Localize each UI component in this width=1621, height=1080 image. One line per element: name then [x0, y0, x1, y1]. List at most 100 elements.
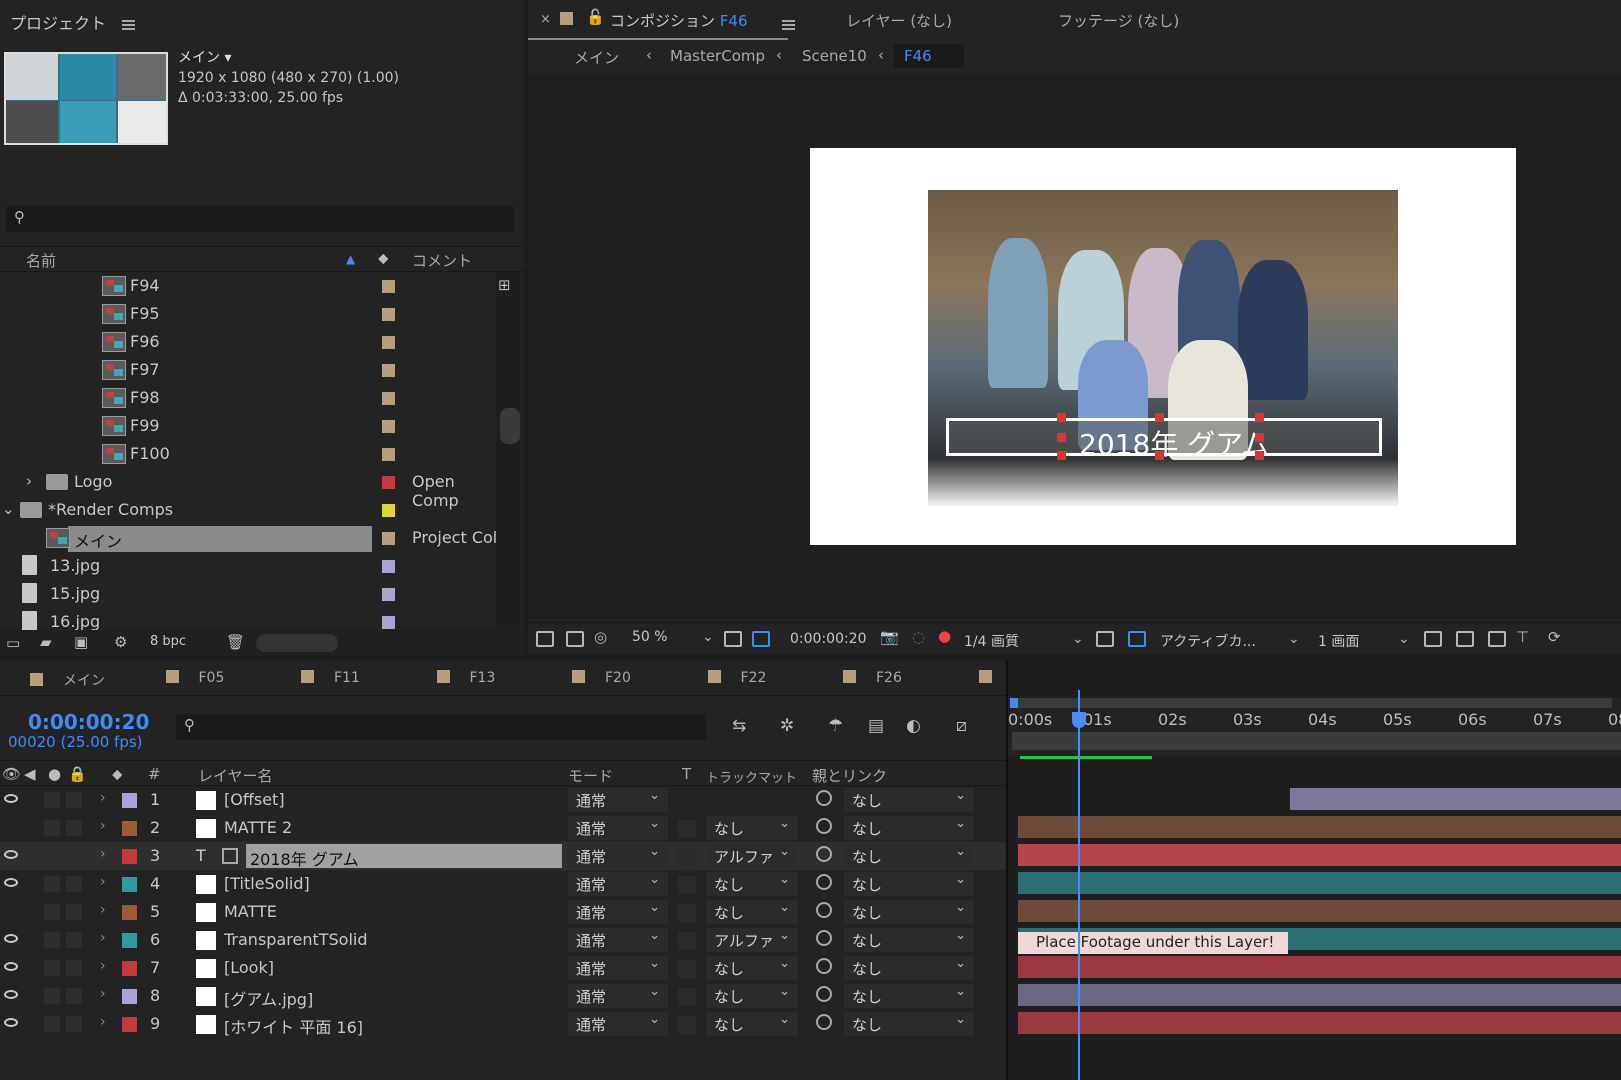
project-item[interactable]: 13.jpg: [0, 552, 500, 580]
project-item[interactable]: 15.jpg: [0, 580, 500, 608]
label-color-swatch[interactable]: [382, 308, 395, 321]
visibility-eye-icon[interactable]: [4, 1018, 18, 1027]
project-item[interactable]: F98: [0, 384, 500, 412]
panel-menu-icon[interactable]: [122, 20, 135, 30]
solo-switch[interactable]: [44, 792, 60, 808]
project-item[interactable]: › Logo Open Comp: [0, 468, 500, 510]
sort-ascending-icon[interactable]: ▲: [346, 252, 355, 266]
parent-link-header[interactable]: 親とリンク: [812, 765, 887, 786]
project-item[interactable]: メイン Project Col: [0, 524, 500, 552]
composition-tab[interactable]: コンポジション F46: [610, 10, 748, 31]
layer-duration-bar[interactable]: [1018, 1012, 1621, 1034]
title-safe-icon[interactable]: [724, 631, 742, 647]
solo-toggle-icon[interactable]: ●: [48, 765, 61, 783]
layer-viewer-tab[interactable]: レイヤー (なし): [846, 10, 952, 31]
layer-label-color[interactable]: [122, 989, 137, 1004]
project-item[interactable]: 16.jpg: [0, 608, 500, 632]
expand-chevron-icon[interactable]: ›: [100, 986, 106, 1002]
viewer-timecode[interactable]: 0:00:00:20: [790, 631, 867, 647]
visibility-eye-icon[interactable]: [4, 934, 18, 943]
name-column-header[interactable]: 名前: [26, 250, 56, 271]
label-color-swatch[interactable]: [382, 532, 395, 545]
label-color-swatch[interactable]: [382, 476, 395, 489]
bit-depth-button[interactable]: 8 bpc: [150, 634, 186, 649]
layer-duration-bar[interactable]: [1018, 844, 1621, 866]
label-color-swatch[interactable]: [382, 448, 395, 461]
title-text[interactable]: 2018年 グアム: [1079, 423, 1269, 463]
track-matte-dropdown[interactable]: なし ⌄: [706, 900, 798, 924]
project-settings-icon[interactable]: ⚙: [114, 633, 127, 651]
blend-mode-dropdown[interactable]: 通常 ⌄: [568, 872, 668, 896]
lock-switch[interactable]: [66, 960, 82, 976]
layer-duration-bar[interactable]: [1018, 956, 1621, 978]
layer-label-color[interactable]: [122, 793, 137, 808]
graph-editor-icon[interactable]: ⧄: [956, 716, 967, 736]
layer-row[interactable]: › 1 [Offset] 通常 ⌄ なし ⌄: [0, 786, 1006, 814]
layer-marker[interactable]: Place Footage under this Layer!: [1018, 932, 1288, 954]
layer-name[interactable]: MATTE 2: [224, 818, 292, 837]
camera-view-dropdown[interactable]: アクティブカ... ⌄: [1160, 631, 1300, 651]
track-matte-dropdown[interactable]: アルファ ⌄: [706, 928, 798, 952]
track-matte-dropdown[interactable]: アルファ ⌄: [706, 844, 798, 868]
preserve-transparency-checkbox[interactable]: [678, 932, 696, 950]
solo-switch[interactable]: [44, 904, 60, 920]
new-comp-icon[interactable]: ▣: [74, 633, 88, 651]
expand-chevron-icon[interactable]: ›: [100, 846, 106, 862]
lock-switch[interactable]: [66, 988, 82, 1004]
shy-layers-icon[interactable]: ☂: [828, 716, 843, 736]
layer-name-header[interactable]: レイヤー名: [198, 765, 273, 786]
blend-mode-dropdown[interactable]: 通常 ⌄: [568, 816, 668, 840]
layer-row[interactable]: › 2 MATTE 2 通常 ⌄ なし ⌄ なし ⌄: [0, 814, 1006, 842]
breadcrumb-current[interactable]: F46: [894, 44, 964, 68]
timeline-tab[interactable]: F11: [301, 670, 360, 686]
blend-mode-dropdown[interactable]: 通常 ⌄: [568, 1012, 668, 1036]
preserve-transparency-checkbox[interactable]: [678, 1016, 696, 1034]
breadcrumb-item[interactable]: MasterComp: [670, 47, 765, 65]
project-item[interactable]: F97: [0, 356, 500, 384]
lock-switch[interactable]: [66, 904, 82, 920]
refresh-icon[interactable]: ⟳: [1548, 628, 1561, 646]
mask-icon[interactable]: ◎: [594, 628, 607, 646]
playhead-handle[interactable]: [1072, 712, 1086, 728]
pick-whip-icon[interactable]: [816, 902, 832, 918]
solo-switch[interactable]: [44, 848, 60, 864]
layer-name[interactable]: [TitleSolid]: [224, 874, 310, 893]
preserve-transparency-checkbox[interactable]: [678, 820, 696, 838]
lock-switch[interactable]: [66, 1016, 82, 1032]
visibility-eye-icon[interactable]: [4, 990, 18, 999]
layer-label-color[interactable]: [122, 905, 137, 920]
layer-name[interactable]: [Look]: [224, 958, 274, 977]
magnification-dropdown[interactable]: 50 % ⌄: [632, 629, 714, 649]
visibility-eye-icon[interactable]: [4, 962, 18, 971]
layer-name[interactable]: [Offset]: [224, 790, 285, 809]
expand-chevron-icon[interactable]: ›: [100, 874, 106, 890]
comment-column-header[interactable]: コメント: [412, 250, 472, 271]
layer-name[interactable]: TransparentTSolid: [224, 930, 368, 949]
label-color-swatch[interactable]: [382, 364, 395, 377]
thumbnail-size-slider[interactable]: [256, 634, 338, 652]
lock-icon[interactable]: 🔓: [586, 8, 605, 26]
solo-switch[interactable]: [44, 960, 60, 976]
layer-label-color[interactable]: [122, 849, 137, 864]
layer-duration-bar[interactable]: [1018, 816, 1621, 838]
layer-label-color[interactable]: [122, 1017, 137, 1032]
project-item[interactable]: ⌄ *Render Comps: [0, 496, 500, 524]
video-toggle-icon[interactable]: 👁: [2, 765, 21, 783]
playhead[interactable]: [1078, 690, 1080, 1080]
label-color-swatch[interactable]: [382, 336, 395, 349]
composition-viewport[interactable]: 2018年 グアム: [528, 74, 1621, 619]
blend-mode-dropdown[interactable]: 通常 ⌄: [568, 928, 668, 952]
work-area-bar[interactable]: [1012, 698, 1612, 708]
snapshot-icon[interactable]: 📷: [880, 628, 899, 646]
lock-switch[interactable]: [66, 848, 82, 864]
footage-viewer-tab[interactable]: フッテージ (なし): [1058, 10, 1179, 31]
pick-whip-icon[interactable]: [816, 818, 832, 834]
blend-mode-dropdown[interactable]: 通常 ⌄: [568, 900, 668, 924]
track-matte-header[interactable]: トラックマット: [706, 767, 797, 786]
track-matte-dropdown[interactable]: なし ⌄: [706, 1012, 798, 1036]
layer-row[interactable]: › 7 [Look] 通常 ⌄ なし ⌄ なし ⌄: [0, 954, 1006, 982]
timeline-tab[interactable]: メイン: [30, 670, 105, 690]
region-of-interest-icon[interactable]: [752, 631, 770, 647]
label-tag-icon[interactable]: ⬥: [378, 249, 389, 267]
timeline-tab[interactable]: F22: [707, 670, 766, 686]
